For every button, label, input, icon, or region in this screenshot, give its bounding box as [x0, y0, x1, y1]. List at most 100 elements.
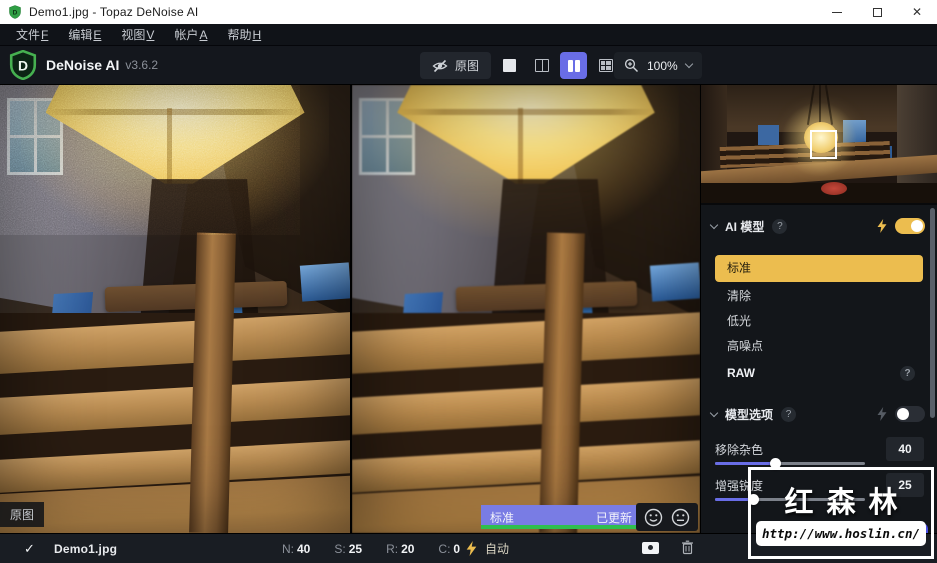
model-item-lowlight[interactable]: 低光	[715, 309, 923, 334]
model-options-title: 模型选项	[725, 407, 774, 422]
stat-sharpen: S: 25	[334, 542, 363, 556]
snapshot-icon[interactable]	[642, 541, 659, 554]
remove-noise-label: 移除杂色	[715, 442, 764, 457]
menu-account[interactable]: 帐户 A	[164, 24, 217, 45]
lightning-icon	[877, 407, 887, 421]
app-name: DeNoise AI	[46, 57, 120, 73]
model-item-raw[interactable]: RAW ?	[715, 359, 923, 387]
ai-model-toggle[interactable]	[895, 218, 925, 234]
trash-icon[interactable]	[681, 540, 694, 555]
chevron-down-icon[interactable]	[709, 408, 719, 417]
settings-sidebar: AI 模型 ? 标准 清除 低光 高噪点 RAW ? 模型选项 ? 移除杂色 4…	[700, 85, 937, 559]
thumbnail-viewport-rect[interactable]	[809, 129, 837, 160]
slider-knob[interactable]	[770, 458, 781, 469]
photo-scene	[352, 85, 700, 533]
remove-noise-value[interactable]: 40	[886, 437, 924, 461]
svg-text:D: D	[18, 57, 28, 73]
slider-fill	[715, 462, 775, 465]
show-original-button[interactable]: 原图	[420, 52, 492, 79]
minimize-button[interactable]	[817, 0, 857, 24]
toggle-knob	[911, 220, 923, 232]
smiley-face-icon[interactable]	[644, 508, 663, 527]
scene-vignette	[352, 85, 700, 533]
view-mode-group	[496, 52, 619, 79]
thumb-bottom-shadow	[701, 182, 937, 203]
view-side-by-side-button[interactable]	[560, 52, 587, 79]
viewer-original-panel[interactable]: 原图	[0, 85, 350, 533]
ai-model-section-header: AI 模型 ?	[709, 216, 925, 236]
model-list: 标准 清除 低光 高噪点 RAW ?	[715, 255, 923, 387]
window-controls: ✕	[817, 0, 937, 24]
main-area: 原图 标准 已更新 AI 模型 ? 标准 清除 低光 高噪点 RAW ? 模型选…	[0, 85, 937, 559]
sidebar-scrollbar[interactable]	[930, 208, 935, 418]
stat-recover: R: 20	[386, 542, 415, 556]
view-single-button[interactable]	[496, 52, 523, 79]
model-item-clear[interactable]: 清除	[715, 284, 923, 309]
scene-vignette	[0, 85, 350, 533]
remove-noise-slider[interactable]	[715, 457, 865, 469]
enhance-sharpness-slider[interactable]	[715, 493, 865, 505]
navigation-thumbnail[interactable]	[701, 85, 937, 205]
window-title: Demo1.jpg - Topaz DeNoise AI	[29, 5, 199, 19]
model-options-section-header: 模型选项 ?	[709, 404, 925, 424]
show-original-label: 原图	[455, 59, 480, 73]
lightning-icon	[877, 219, 887, 233]
zoom-icon	[624, 58, 639, 73]
enhance-sharpness-value[interactable]: 25	[886, 473, 924, 497]
menu-help[interactable]: 帮助 H	[217, 24, 271, 45]
app-shield-icon: D	[9, 5, 21, 19]
auto-mode[interactable]: 自动	[466, 540, 509, 557]
model-status-badge: 标准 已更新	[481, 505, 641, 529]
side-by-side-icon	[567, 59, 580, 72]
meh-face-icon[interactable]	[671, 508, 690, 527]
model-item-standard[interactable]: 标准	[715, 255, 923, 282]
status-progress-bar	[481, 525, 641, 529]
thumb-lamp-cord	[819, 85, 821, 126]
filename: Demo1.jpg	[54, 542, 118, 556]
menu-file[interactable]: 文件 F	[6, 24, 58, 45]
menu-edit[interactable]: 编辑 E	[58, 24, 111, 45]
viewer-processed-panel[interactable]: 标准 已更新	[352, 85, 700, 533]
app-version: v3.6.2	[125, 58, 159, 72]
close-button[interactable]: ✕	[897, 0, 937, 24]
stat-color: C: 0	[438, 542, 461, 556]
status-update-state: 已更新	[595, 510, 632, 525]
split-view-icon	[534, 59, 549, 72]
zoom-control[interactable]: 100%	[614, 52, 702, 79]
ai-model-title: AI 模型	[725, 219, 765, 234]
svg-text:D: D	[13, 10, 18, 17]
thumb-window	[757, 125, 779, 146]
help-icon[interactable]: ?	[781, 406, 797, 422]
original-image-badge: 原图	[0, 502, 45, 527]
menu-view[interactable]: 视图 V	[111, 24, 164, 45]
slider-knob[interactable]	[747, 494, 759, 505]
model-options-toggle[interactable]	[895, 406, 925, 422]
comparison-grid-icon	[598, 59, 613, 72]
single-view-icon	[503, 59, 516, 72]
title-bar: D Demo1.jpg - Topaz DeNoise AI ✕	[0, 0, 937, 24]
zoom-level: 100%	[647, 58, 678, 73]
help-icon[interactable]: ?	[900, 365, 915, 381]
model-item-severe-noise[interactable]: 高噪点	[715, 334, 923, 359]
photo-scene	[0, 85, 350, 533]
auto-label: 自动	[485, 542, 510, 556]
toolbar: D DeNoise AI v3.6.2 原图 100%	[0, 46, 937, 85]
check-icon: ✓	[24, 541, 35, 556]
stat-noise: N: 40	[282, 542, 311, 556]
denoise-logo-icon: D	[9, 50, 37, 80]
app-window: D Demo1.jpg - Topaz DeNoise AI ✕ 文件 F 编辑 E…	[0, 0, 937, 563]
app-brand: D DeNoise AI v3.6.2	[8, 50, 158, 80]
chevron-down-icon[interactable]	[709, 220, 719, 229]
processing-stats: N: 40 S: 25 R: 20 C: 0	[282, 542, 460, 556]
view-split-button[interactable]	[528, 52, 555, 79]
help-icon[interactable]: ?	[772, 218, 788, 234]
eye-off-icon	[432, 59, 448, 72]
slider-fill	[715, 498, 753, 501]
feedback-chip	[636, 503, 698, 531]
lightning-icon	[466, 541, 477, 556]
maximize-button[interactable]	[857, 0, 897, 24]
enhance-sharpness-label: 增强锐度	[715, 478, 764, 493]
bottom-bar: ✓ Demo1.jpg N: 40 S: 25 R: 20 C: 0 自动	[0, 533, 937, 563]
toggle-knob	[897, 408, 909, 420]
thumb-red-object	[821, 181, 848, 195]
